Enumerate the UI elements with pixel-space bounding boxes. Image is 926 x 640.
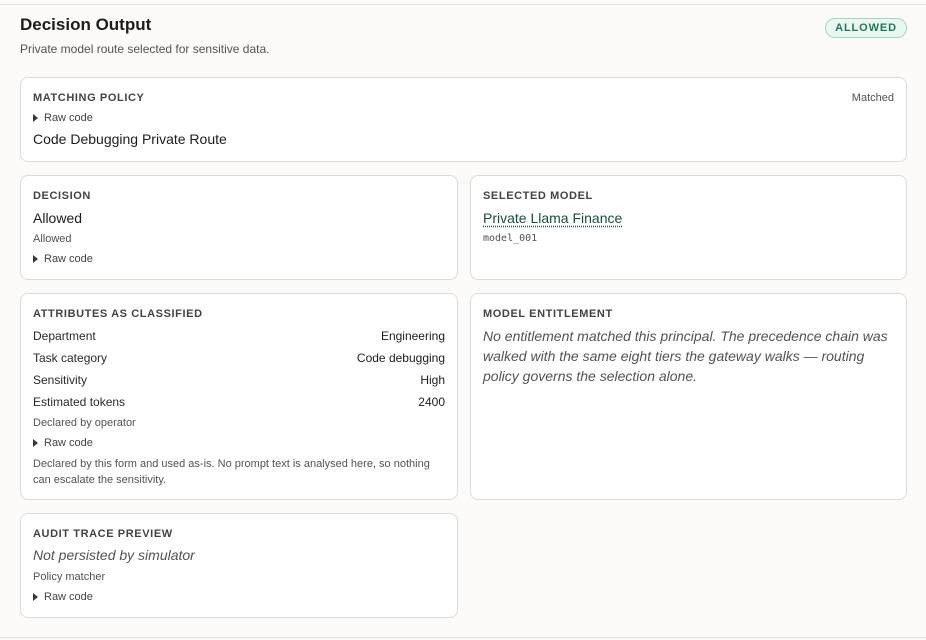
policy-name: Code Debugging Private Route [33,131,227,147]
raw-code-label: Raw code [44,253,93,265]
panel-header: Decision Output Private model route sele… [20,15,907,57]
page-title: Decision Output [20,15,152,34]
attribute-row: Task category Code debugging [33,350,445,366]
audit-source: Policy matcher [33,571,106,583]
raw-code-label: Raw code [44,591,93,603]
attribute-key: Estimated tokens [33,395,126,409]
raw-code-toggle[interactable]: Raw code [33,111,894,125]
decision-card: DECISION Allowed Allowed Raw code [20,175,458,280]
raw-code-toggle[interactable]: Raw code [33,436,445,450]
entitlement-label: MODEL ENTITLEMENT [483,308,613,320]
attribute-value: Code debugging [356,351,445,365]
model-name-link[interactable]: Private Llama Finance [483,210,622,226]
raw-code-toggle[interactable]: Raw code [33,252,445,266]
attribute-key: Sensitivity [33,373,88,387]
model-id: model_001 [483,233,538,244]
attribute-source: Declared by operator [33,417,136,429]
audit-trace-card: AUDIT TRACE PREVIEW Not persisted by sim… [20,513,458,618]
raw-code-label: Raw code [44,437,93,449]
attributes-list: Department Engineering Task category Cod… [33,328,445,410]
model-entitlement-card: MODEL ENTITLEMENT No entitlement matched… [470,293,907,500]
raw-code-toggle[interactable]: Raw code [33,590,445,604]
caret-right-icon [33,439,38,447]
decision-detail: Allowed [33,233,72,245]
attribute-value: Engineering [380,329,445,343]
caret-right-icon [33,593,38,601]
decision-output-panel: Decision Output Private model route sele… [0,4,926,638]
attribute-row: Department Engineering [33,328,445,344]
matching-policy-card: MATCHING POLICY Matched Raw code Code De… [20,77,907,162]
raw-code-label: Raw code [44,112,93,124]
entitlement-message: No entitlement matched this principal. T… [483,328,888,384]
attribute-value: High [420,373,445,387]
matching-policy-label: MATCHING POLICY [33,92,145,104]
match-state: Matched [851,92,894,104]
selected-model-card: SELECTED MODEL Private Llama Finance mod… [470,175,907,280]
selected-model-label: SELECTED MODEL [483,190,593,202]
status-badge: ALLOWED [825,18,907,38]
caret-right-icon [33,114,38,122]
attribute-key: Task category [33,351,108,365]
caret-right-icon [33,255,38,263]
attribute-row: Sensitivity High [33,372,445,388]
attribute-key: Department [33,329,96,343]
page-subtitle: Private model route selected for sensiti… [20,42,270,56]
audit-label: AUDIT TRACE PREVIEW [33,528,173,540]
decision-label: DECISION [33,190,91,202]
attribute-row: Estimated tokens 2400 [33,394,445,410]
decision-value: Allowed [33,210,83,226]
attribute-footnote: Declared by this form and used as-is. No… [33,458,430,486]
attributes-card: ATTRIBUTES AS CLASSIFIED Department Engi… [20,293,458,500]
attributes-label: ATTRIBUTES AS CLASSIFIED [33,308,203,320]
audit-value: Not persisted by simulator [33,547,195,563]
attribute-value: 2400 [418,395,445,409]
